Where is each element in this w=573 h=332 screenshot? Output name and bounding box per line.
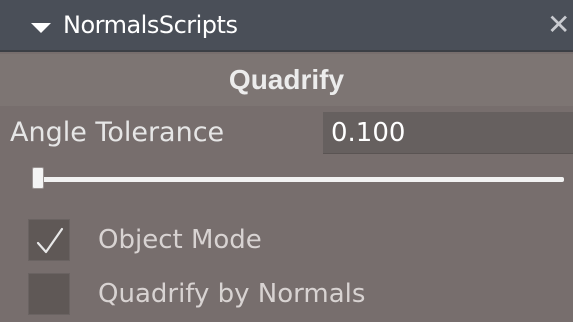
panel-title: NormalsScripts <box>63 11 238 39</box>
object-mode-checkbox[interactable] <box>28 219 70 261</box>
angle-tolerance-slider-handle[interactable] <box>32 167 44 189</box>
collapse-triangle-icon[interactable] <box>31 23 51 33</box>
angle-tolerance-label: Angle Tolerance <box>10 117 225 148</box>
panel-titlebar[interactable]: NormalsScripts ✕ <box>0 0 573 52</box>
checkmark-icon <box>36 227 64 254</box>
section-header-quadrify[interactable]: Quadrify <box>0 54 573 106</box>
quadrify-by-normals-checkbox[interactable] <box>28 273 70 315</box>
object-mode-label: Object Mode <box>98 225 262 255</box>
angle-tolerance-slider-track[interactable] <box>32 177 564 182</box>
angle-tolerance-field[interactable]: 0.100 <box>323 112 573 154</box>
quadrify-by-normals-label: Quadrify by Normals <box>98 279 366 309</box>
close-icon[interactable]: ✕ <box>547 10 573 40</box>
normals-scripts-panel: NormalsScripts ✕ Quadrify Angle Toleranc… <box>0 0 573 322</box>
angle-tolerance-value[interactable]: 0.100 <box>331 112 405 154</box>
